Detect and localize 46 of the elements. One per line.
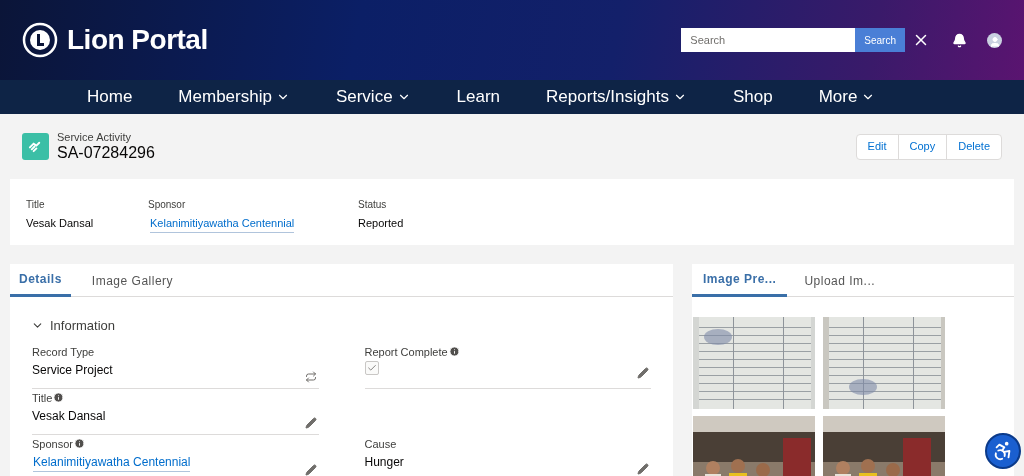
portal-title: Lion Portal	[67, 23, 208, 57]
pencil-icon[interactable]	[304, 417, 317, 429]
section-title: Information	[50, 317, 116, 335]
avatar-icon[interactable]	[987, 32, 1002, 48]
search-button[interactable]: Search	[855, 28, 905, 52]
check-icon	[366, 363, 377, 373]
tab[interactable]: Details	[10, 264, 71, 297]
sponsor-link[interactable]: Kelanimitiyawatha Centennial	[33, 453, 191, 472]
tab[interactable]: Image Gallery	[82, 264, 183, 297]
field-label: Title	[32, 390, 53, 406]
field-value: Vesak Dansal	[32, 408, 106, 425]
field-label: Sponsor	[32, 436, 73, 452]
highlight-label: Title	[26, 198, 46, 212]
nav-item[interactable]: Learn	[456, 84, 501, 110]
field-value: Service Project	[32, 362, 113, 379]
highlight-value: Vesak Dansal	[26, 216, 95, 231]
record-type: Service Activity	[57, 132, 132, 143]
action-button[interactable]: Copy	[897, 134, 947, 159]
field-label: Record Type	[32, 344, 95, 360]
bell-icon[interactable]	[952, 32, 967, 48]
action-button[interactable]: Delete	[946, 134, 1001, 159]
sponsor-link[interactable]: Kelanimitiyawatha Centennial	[150, 215, 295, 233]
field-label: Cause	[364, 436, 397, 452]
field-value: Hunger	[364, 454, 404, 471]
pencil-icon[interactable]	[637, 367, 649, 379]
record-id: SA-07284296	[57, 145, 155, 161]
switch-icon[interactable]	[304, 371, 317, 383]
checkbox[interactable]	[364, 361, 379, 375]
action-button[interactable]: Edit	[856, 134, 898, 159]
search-field[interactable]: Search	[681, 28, 856, 52]
nav-item[interactable]: Membership	[178, 84, 290, 110]
pencil-icon[interactable]	[637, 463, 649, 475]
pencil-icon[interactable]	[304, 464, 317, 476]
lion-logo-icon	[22, 22, 58, 58]
nav-item[interactable]: Service	[335, 84, 411, 110]
field-label: Report Complete	[364, 344, 448, 360]
nav-item[interactable]: Shop	[732, 84, 773, 110]
highlight-label: Status	[358, 198, 388, 212]
handshake-icon	[22, 133, 49, 160]
tab[interactable]: Upload Im...	[793, 264, 887, 297]
highlight-value: Reported	[358, 216, 405, 231]
highlight-label: Sponsor	[148, 198, 187, 212]
nav-item[interactable]: Reports/Insights	[546, 84, 687, 110]
nav-item[interactable]: Home	[87, 84, 133, 110]
nav-item[interactable]: More	[818, 84, 876, 110]
tab[interactable]: Image Pre...	[692, 264, 788, 297]
